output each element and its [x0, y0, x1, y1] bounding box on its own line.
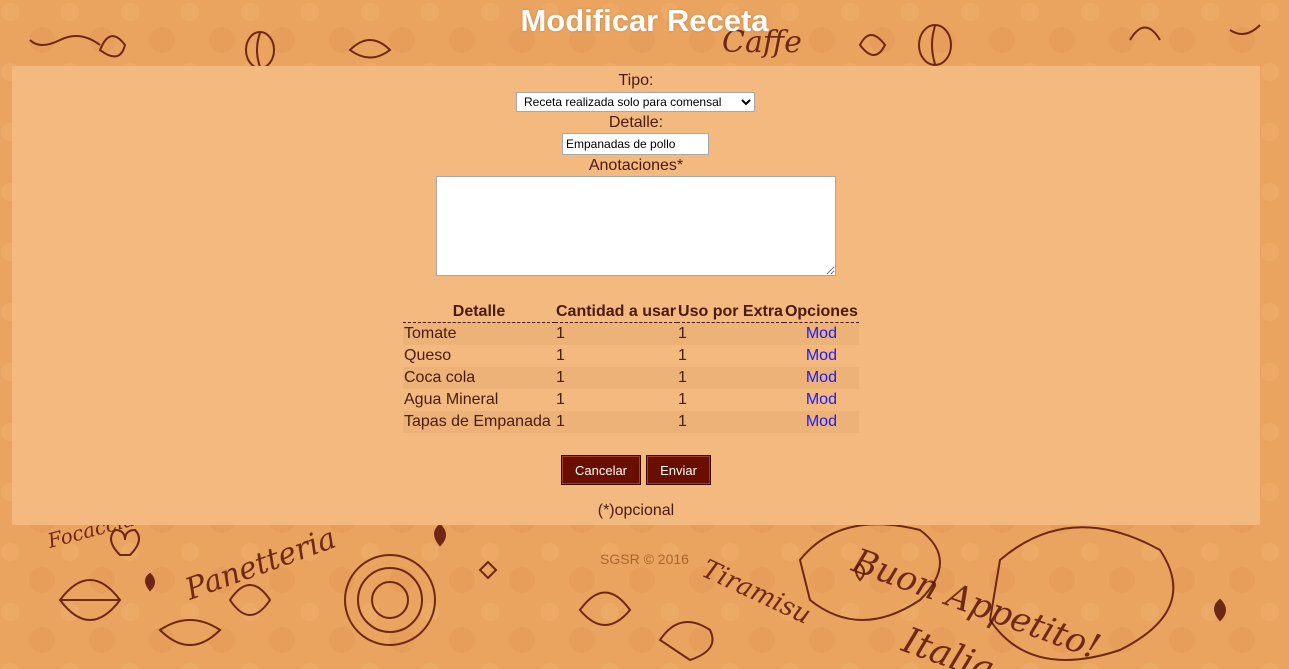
cell-detalle: Agua Mineral — [404, 391, 499, 408]
cell-detalle: Tapas de Empanada — [403, 411, 555, 433]
mod-link[interactable]: Mod — [806, 369, 837, 386]
table-row: Agua Mineral 1 1 Mod — [403, 389, 859, 411]
anotaciones-textarea[interactable] — [436, 176, 836, 276]
anotaciones-label: Anotaciones* — [588, 157, 684, 174]
cell-extra: 1 — [677, 411, 784, 433]
mod-link[interactable]: Mod — [806, 347, 837, 364]
submit-button[interactable]: Enviar — [646, 455, 711, 485]
table-row: Tomate 1 1 Mod — [403, 322, 859, 345]
optional-note: (*)opcional — [597, 502, 675, 519]
cell-cantidad: 1 — [555, 367, 678, 389]
cell-opciones: Mod — [783, 322, 859, 345]
table-header-row: Detalle Cantidad a usar Uso por Extra Op… — [403, 302, 859, 323]
tipo-select[interactable]: Receta realizada solo para comensal — [516, 92, 755, 112]
mod-link[interactable]: Mod — [806, 413, 837, 430]
cell-extra: 1 — [678, 347, 687, 364]
footer-copyright: SGSR © 2016 — [600, 551, 689, 567]
cell-detalle: Queso — [404, 347, 452, 364]
header-cantidad: Cantidad a usar — [555, 302, 678, 323]
table-row: Queso 1 1 Mod — [403, 345, 859, 367]
cell-opciones: Mod — [784, 389, 859, 411]
cell-cantidad: 1 — [555, 411, 678, 433]
cell-extra: 1 — [677, 367, 784, 389]
cell-cantidad: 1 — [556, 347, 565, 364]
cell-opciones: Mod — [783, 411, 859, 433]
cell-extra: 1 — [678, 391, 687, 408]
ingredients-table: Detalle Cantidad a usar Uso por Extra Op… — [403, 302, 859, 433]
mod-link[interactable]: Mod — [806, 325, 837, 342]
header-extra: Uso por Extra — [677, 302, 784, 323]
header-detalle: Detalle — [403, 302, 555, 323]
detalle-label: Detalle: — [608, 114, 664, 131]
cancel-button[interactable]: Cancelar — [561, 455, 641, 485]
header-opciones: Opciones — [783, 302, 859, 323]
page-title: Modificar Receta — [520, 3, 769, 38]
table-row: Tapas de Empanada 1 1 Mod — [403, 411, 859, 433]
cell-cantidad: 1 — [556, 391, 565, 408]
table-row: Coca cola 1 1 Mod — [403, 367, 859, 389]
form-panel: Tipo: Receta realizada solo para comensa… — [12, 66, 1260, 525]
cell-detalle: Tomate — [403, 322, 555, 345]
detalle-input[interactable] — [562, 133, 709, 155]
cell-cantidad: 1 — [555, 322, 678, 345]
cell-opciones: Mod — [783, 367, 859, 389]
tipo-label: Tipo: — [618, 72, 654, 89]
cell-detalle: Coca cola — [403, 367, 555, 389]
mod-link[interactable]: Mod — [806, 391, 837, 408]
cell-extra: 1 — [677, 322, 784, 345]
cell-opciones: Mod — [784, 345, 859, 367]
